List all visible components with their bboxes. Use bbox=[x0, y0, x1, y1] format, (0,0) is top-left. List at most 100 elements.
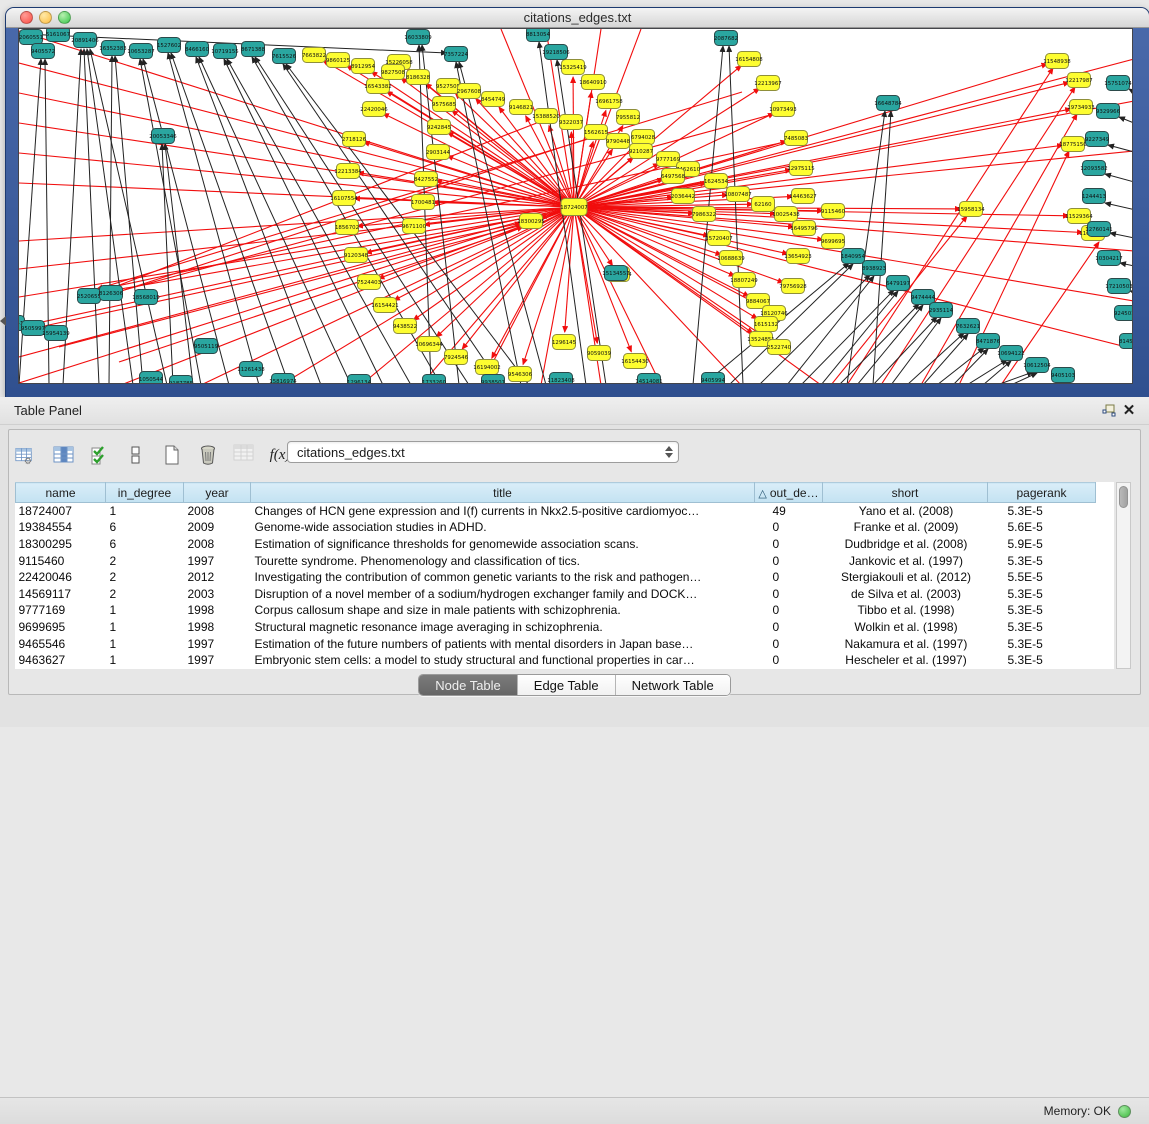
cell-title[interactable]: Embryonic stem cells: a model to study s… bbox=[251, 652, 755, 669]
cell-pagerank[interactable]: 5.3E-5 bbox=[988, 635, 1096, 652]
tab-edge-table[interactable]: Edge Table bbox=[518, 675, 616, 695]
cell-title[interactable]: Genome-wide association studies in ADHD. bbox=[251, 519, 755, 536]
cell-out_degree[interactable]: 0 bbox=[755, 536, 823, 553]
cell-name[interactable]: 9777169 bbox=[16, 602, 106, 619]
table-row[interactable]: 969969511998Structural magnetic resonanc… bbox=[16, 619, 1096, 636]
cell-out_degree[interactable]: 0 bbox=[755, 602, 823, 619]
cell-in_degree[interactable]: 2 bbox=[106, 552, 184, 569]
cell-in_degree[interactable]: 1 bbox=[106, 602, 184, 619]
cell-short[interactable]: Dudbridge et al. (2008) bbox=[823, 536, 988, 553]
cell-short[interactable]: Franke et al. (2009) bbox=[823, 519, 988, 536]
cell-pagerank[interactable]: 5.3E-5 bbox=[988, 652, 1096, 669]
column-header-name[interactable]: name bbox=[16, 483, 106, 503]
cell-in_degree[interactable]: 2 bbox=[106, 585, 184, 602]
cell-in_degree[interactable]: 6 bbox=[106, 536, 184, 553]
cell-year[interactable]: 1998 bbox=[184, 619, 251, 636]
table-selector-dropdown[interactable]: citations_edges.txt bbox=[287, 441, 679, 463]
scrollbar-thumb[interactable] bbox=[1119, 486, 1128, 508]
table-row[interactable]: 1938455462009Genome-wide association stu… bbox=[16, 519, 1096, 536]
cell-pagerank[interactable]: 5.3E-5 bbox=[988, 585, 1096, 602]
cell-short[interactable]: Yano et al. (2008) bbox=[823, 503, 988, 520]
zoom-window-icon[interactable] bbox=[58, 11, 71, 24]
column-header-short[interactable]: short bbox=[823, 483, 988, 503]
column-header-in_degree[interactable]: in_degree bbox=[106, 483, 184, 503]
network-canvas[interactable]: 7663822986012589129541654338222420046271… bbox=[18, 28, 1133, 384]
cell-pagerank[interactable]: 5.3E-5 bbox=[988, 552, 1096, 569]
cell-title[interactable]: Corpus callosum shape and size in male p… bbox=[251, 602, 755, 619]
close-window-icon[interactable] bbox=[20, 11, 33, 24]
cell-title[interactable]: Estimation of significance thresholds fo… bbox=[251, 536, 755, 553]
cell-out_degree[interactable]: 0 bbox=[755, 569, 823, 586]
table-row[interactable]: 1830029562008Estimation of significance … bbox=[16, 536, 1096, 553]
row-height-icon[interactable] bbox=[123, 442, 149, 468]
cell-pagerank[interactable]: 5.3E-5 bbox=[988, 619, 1096, 636]
cell-year[interactable]: 1997 bbox=[184, 635, 251, 652]
float-window-icon[interactable] bbox=[1099, 402, 1119, 420]
cell-in_degree[interactable]: 1 bbox=[106, 635, 184, 652]
delete-column-icon[interactable] bbox=[195, 442, 221, 468]
cell-year[interactable]: 2008 bbox=[184, 536, 251, 553]
table-row[interactable]: 2242004622012Investigating the contribut… bbox=[16, 569, 1096, 586]
cell-in_degree[interactable]: 6 bbox=[106, 519, 184, 536]
column-header-title[interactable]: title bbox=[251, 483, 755, 503]
cell-short[interactable]: Nakamura et al. (1997) bbox=[823, 635, 988, 652]
table-row[interactable]: 1456911722003Disruption of a novel membe… bbox=[16, 585, 1096, 602]
tab-node-table[interactable]: Node Table bbox=[419, 675, 518, 695]
cell-year[interactable]: 2012 bbox=[184, 569, 251, 586]
cell-short[interactable]: Tibbo et al. (1998) bbox=[823, 602, 988, 619]
cell-year[interactable]: 2003 bbox=[184, 585, 251, 602]
cell-in_degree[interactable]: 1 bbox=[106, 619, 184, 636]
cell-out_degree[interactable]: 0 bbox=[755, 552, 823, 569]
table-row[interactable]: 911546021997Tourette syndrome. Phenomeno… bbox=[16, 552, 1096, 569]
cell-short[interactable]: de Silva et al. (2003) bbox=[823, 585, 988, 602]
cell-pagerank[interactable]: 5.9E-5 bbox=[988, 536, 1096, 553]
cell-name[interactable]: 22420046 bbox=[16, 569, 106, 586]
vertical-scrollbar[interactable] bbox=[1116, 482, 1131, 669]
cell-name[interactable]: 19384554 bbox=[16, 519, 106, 536]
cell-title[interactable]: Tourette syndrome. Phenomenology and cla… bbox=[251, 552, 755, 569]
column-header-pagerank[interactable]: pagerank bbox=[988, 483, 1096, 503]
cell-in_degree[interactable]: 1 bbox=[106, 652, 184, 669]
cell-name[interactable]: 9465546 bbox=[16, 635, 106, 652]
cell-name[interactable]: 9115460 bbox=[16, 552, 106, 569]
cell-out_degree[interactable]: 0 bbox=[755, 652, 823, 669]
cell-name[interactable]: 18300295 bbox=[16, 536, 106, 553]
delete-table-icon[interactable] bbox=[231, 442, 257, 468]
window-titlebar[interactable]: citations_edges.txt bbox=[6, 8, 1149, 28]
column-header-year[interactable]: year bbox=[184, 483, 251, 503]
panel-collapse-arrow[interactable] bbox=[0, 316, 6, 326]
cell-year[interactable]: 1997 bbox=[184, 552, 251, 569]
cell-year[interactable]: 1998 bbox=[184, 602, 251, 619]
cell-year[interactable]: 2009 bbox=[184, 519, 251, 536]
cell-in_degree[interactable]: 1 bbox=[106, 503, 184, 520]
close-icon[interactable]: ✕ bbox=[1119, 402, 1139, 420]
cell-short[interactable]: Jankovic et al. (1997) bbox=[823, 552, 988, 569]
table-row[interactable]: 1872400712008Changes of HCN gene express… bbox=[16, 503, 1096, 520]
cell-short[interactable]: Stergiakouli et al. (2012) bbox=[823, 569, 988, 586]
cell-pagerank[interactable]: 5.3E-5 bbox=[988, 503, 1096, 520]
cell-out_degree[interactable]: 49 bbox=[755, 503, 823, 520]
select-rows-icon[interactable] bbox=[87, 442, 113, 468]
cell-title[interactable]: Investigating the contribution of common… bbox=[251, 569, 755, 586]
cell-title[interactable]: Structural magnetic resonance image aver… bbox=[251, 619, 755, 636]
cell-out_degree[interactable]: 0 bbox=[755, 635, 823, 652]
table-row[interactable]: 977716911998Corpus callosum shape and si… bbox=[16, 602, 1096, 619]
cell-out_degree[interactable]: 0 bbox=[755, 519, 823, 536]
cell-pagerank[interactable]: 5.5E-5 bbox=[988, 569, 1096, 586]
cell-pagerank[interactable]: 5.3E-5 bbox=[988, 602, 1096, 619]
cell-out_degree[interactable]: 0 bbox=[755, 585, 823, 602]
cell-name[interactable]: 18724007 bbox=[16, 503, 106, 520]
table-row[interactable]: 946362711997Embryonic stem cells: a mode… bbox=[16, 652, 1096, 669]
minimize-window-icon[interactable] bbox=[39, 11, 52, 24]
cell-short[interactable]: Wolkin et al. (1998) bbox=[823, 619, 988, 636]
cell-title[interactable]: Estimation of the future numbers of pati… bbox=[251, 635, 755, 652]
cell-short[interactable]: Hescheler et al. (1997) bbox=[823, 652, 988, 669]
cell-in_degree[interactable]: 2 bbox=[106, 569, 184, 586]
cell-title[interactable]: Changes of HCN gene expression and I(f) … bbox=[251, 503, 755, 520]
table-row[interactable]: 946554611997Estimation of the future num… bbox=[16, 635, 1096, 652]
cell-title[interactable]: Disruption of a novel member of a sodium… bbox=[251, 585, 755, 602]
table-settings-icon[interactable]: ⚙ bbox=[15, 442, 41, 468]
cell-out_degree[interactable]: 0 bbox=[755, 619, 823, 636]
cell-name[interactable]: 9463627 bbox=[16, 652, 106, 669]
tab-network-table[interactable]: Network Table bbox=[616, 675, 730, 695]
